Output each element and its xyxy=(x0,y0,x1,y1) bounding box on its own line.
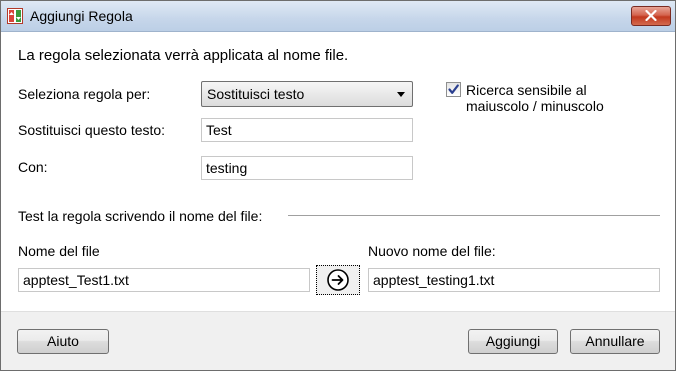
title-bar[interactable]: Aggiungi Regola xyxy=(1,1,675,32)
rule-type-select[interactable]: Sostituisci testo xyxy=(201,81,413,107)
rule-type-value: Sostituisci testo xyxy=(207,86,305,102)
cancel-button[interactable]: Annullare xyxy=(570,329,660,354)
intro-text: La regola selezionata verrà applicata al… xyxy=(18,47,349,64)
help-button[interactable]: Aiuto xyxy=(17,329,109,354)
close-button[interactable] xyxy=(631,6,671,26)
select-rule-label: Seleziona regola per: xyxy=(18,86,151,102)
add-button[interactable]: Aggiungi xyxy=(468,329,558,354)
filename-label: Nome del file xyxy=(18,243,100,259)
new-filename-label: Nuovo nome del file: xyxy=(368,243,496,259)
replace-text-label: Sostituisci questo testo: xyxy=(18,122,166,138)
filename-input[interactable] xyxy=(18,268,310,292)
window-title: Aggiungi Regola xyxy=(30,8,133,24)
replace-text-input[interactable] xyxy=(201,118,413,142)
case-sensitive-label-line2[interactable]: maiuscolo / minuscolo xyxy=(466,98,604,114)
test-section-label: Test la regola scrivendo il nome del fil… xyxy=(18,208,263,224)
dialog-window: Aggiungi Regola La regola selezionata ve… xyxy=(0,0,676,371)
replace-with-label: Con: xyxy=(18,159,48,175)
close-icon xyxy=(645,10,657,21)
dialog-footer: Aiuto Aggiungi Annullare xyxy=(1,311,675,370)
replace-with-input[interactable] xyxy=(201,156,413,180)
checkmark-icon xyxy=(448,84,459,94)
case-sensitive-label-line1[interactable]: Ricerca sensibile al xyxy=(466,82,587,98)
apply-test-button[interactable] xyxy=(316,265,360,295)
arrow-right-circle-icon xyxy=(327,269,349,291)
case-sensitive-checkbox[interactable] xyxy=(446,82,461,97)
chevron-down-icon xyxy=(397,92,405,97)
app-icon xyxy=(7,8,23,24)
new-filename-output[interactable] xyxy=(368,268,660,292)
section-divider xyxy=(288,215,660,217)
